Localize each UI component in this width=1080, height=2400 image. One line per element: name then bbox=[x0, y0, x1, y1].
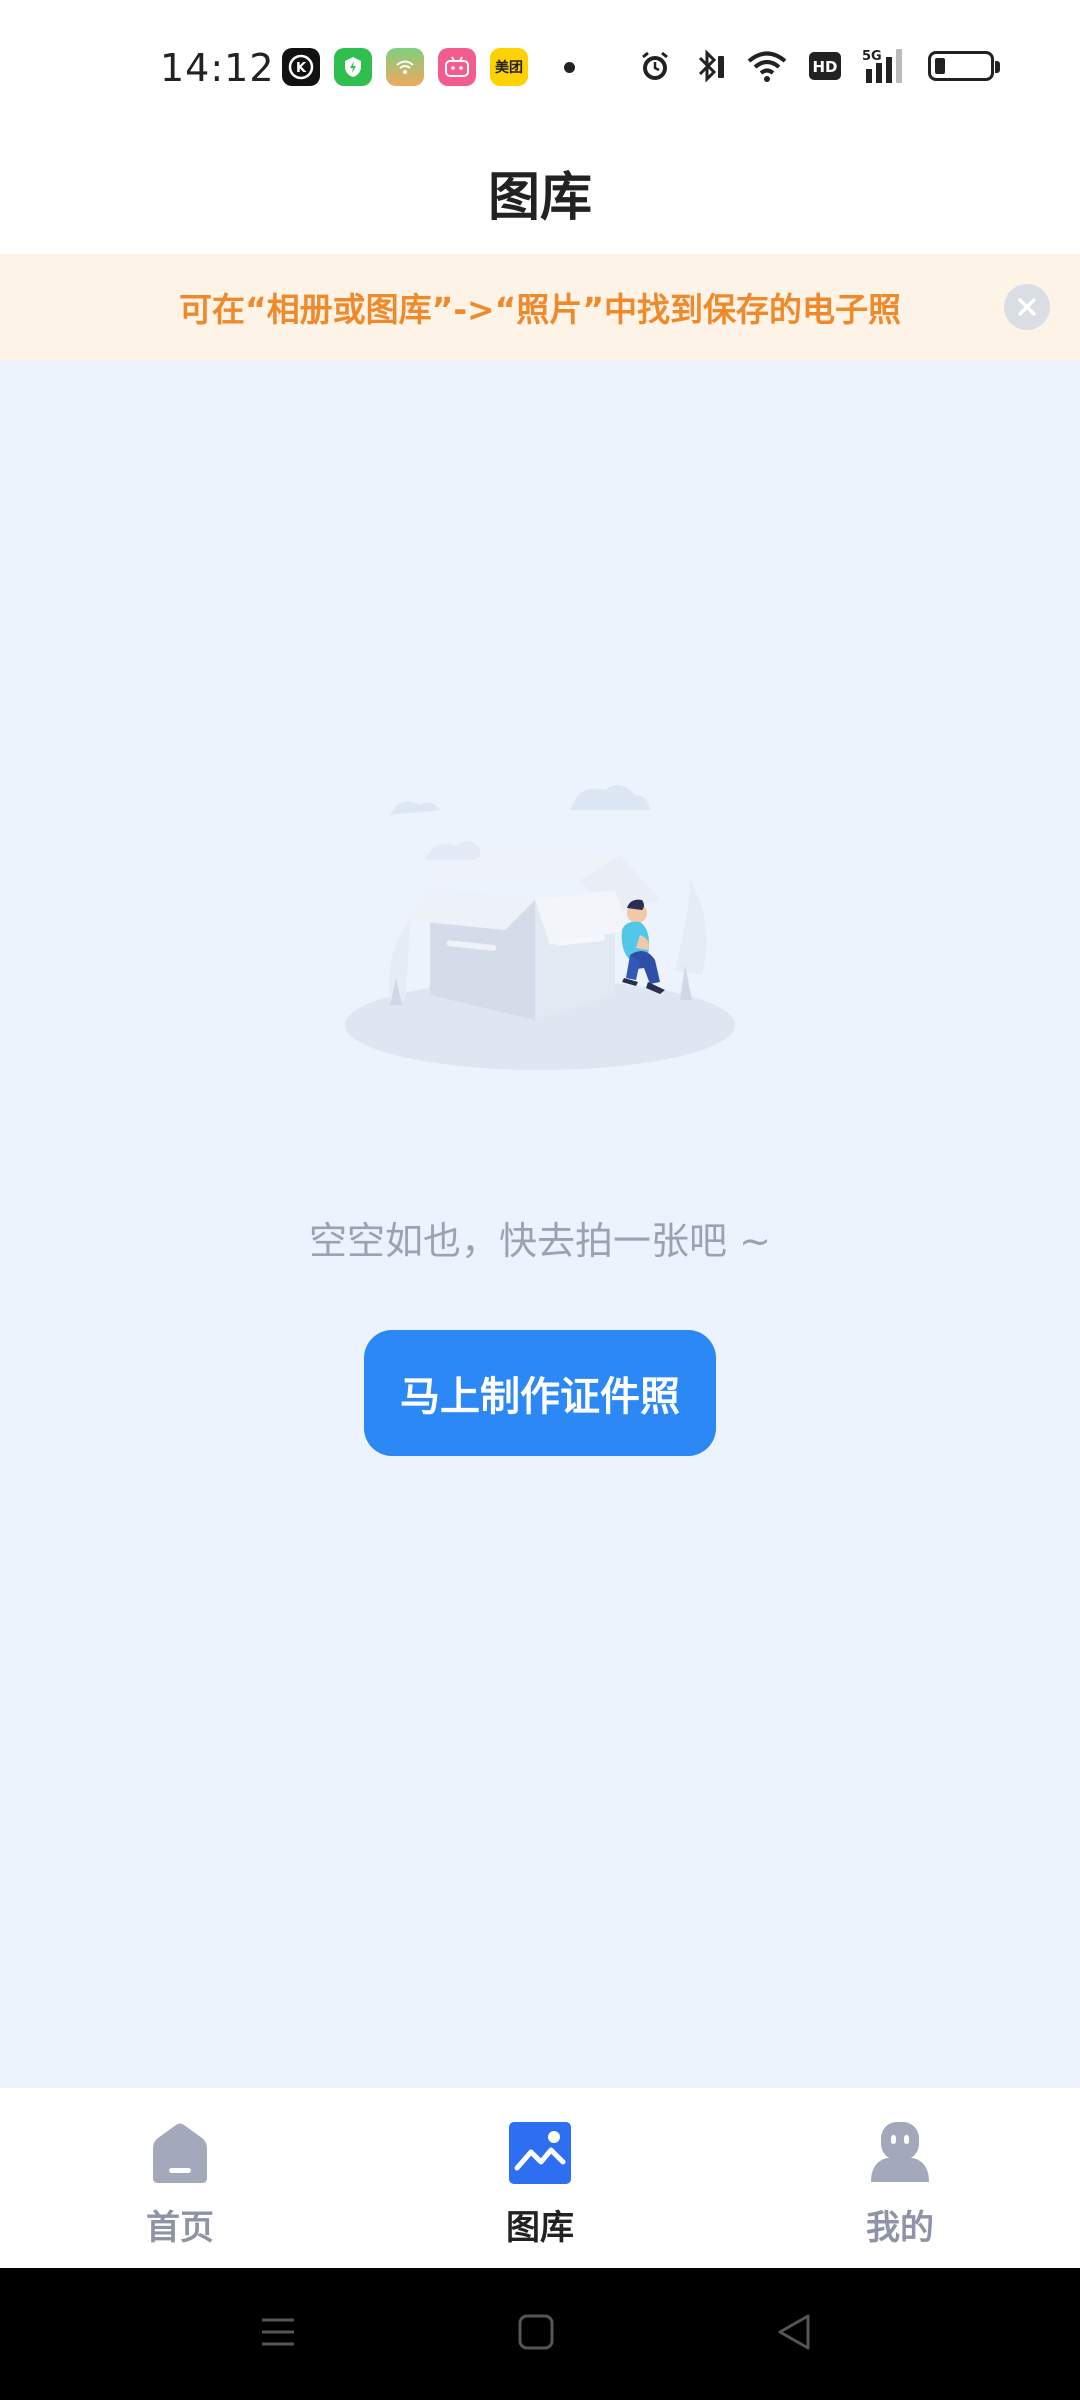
close-notice-button[interactable] bbox=[1004, 284, 1050, 330]
nav-item-profile[interactable]: 我的 bbox=[720, 2088, 1080, 2268]
bottom-nav: 首页 图库 我的 bbox=[0, 2088, 1080, 2268]
nav-label-profile: 我的 bbox=[866, 2208, 934, 2248]
close-icon bbox=[1018, 298, 1036, 316]
home-icon bbox=[153, 2123, 207, 2183]
system-nav-bar bbox=[0, 2268, 1080, 2400]
bluetooth-icon bbox=[692, 46, 726, 86]
notification-dot bbox=[564, 62, 575, 73]
make-id-photo-button[interactable]: 马上制作证件照 bbox=[364, 1330, 716, 1456]
kk-app-icon: K bbox=[282, 48, 320, 86]
hd-icon: HD bbox=[808, 46, 842, 86]
bilibili-app-icon bbox=[438, 48, 476, 86]
status-bar: 14:12 K 美团 HD 5G bbox=[0, 0, 1080, 130]
empty-box-illustration bbox=[345, 785, 735, 1070]
system-icons: HD 5G bbox=[638, 46, 1000, 86]
notice-banner: 可在“相册或图库”->“照片”中找到保存的电子照 bbox=[0, 254, 1080, 360]
nav-item-gallery[interactable]: 图库 bbox=[360, 2088, 720, 2268]
empty-state-text: 空空如也，快去拍一张吧 ~ bbox=[309, 1219, 771, 1263]
wifi-app-icon bbox=[386, 48, 424, 86]
svg-text:K: K bbox=[296, 61, 307, 76]
gallery-icon bbox=[509, 2122, 571, 2184]
battery-icon bbox=[928, 51, 1000, 81]
meituan-app-icon: 美团 bbox=[490, 48, 528, 86]
shield-app-icon bbox=[334, 48, 372, 86]
notification-icons: K 美团 bbox=[282, 48, 528, 86]
nav-label-gallery: 图库 bbox=[506, 2208, 574, 2248]
header: 图库 bbox=[0, 130, 1080, 254]
nav-item-home[interactable]: 首页 bbox=[0, 2088, 360, 2268]
nav-label-home: 首页 bbox=[146, 2208, 214, 2248]
page-title: 图库 bbox=[487, 167, 592, 228]
status-time: 14:12 bbox=[160, 46, 275, 90]
notice-text: 可在“相册或图库”->“照片”中找到保存的电子照 bbox=[178, 290, 902, 329]
back-icon[interactable] bbox=[774, 2312, 814, 2352]
menu-icon[interactable] bbox=[258, 2312, 298, 2352]
signal-icon: 5G bbox=[862, 46, 908, 86]
alarm-icon bbox=[638, 46, 672, 86]
profile-icon bbox=[871, 2122, 929, 2182]
home-square-icon[interactable] bbox=[518, 2312, 554, 2352]
wifi-icon bbox=[746, 46, 788, 86]
main-content: 空空如也，快去拍一张吧 ~ 马上制作证件照 bbox=[0, 360, 1080, 2088]
svg-text:5G: 5G bbox=[862, 49, 882, 64]
svg-text:HD: HD bbox=[812, 58, 837, 76]
